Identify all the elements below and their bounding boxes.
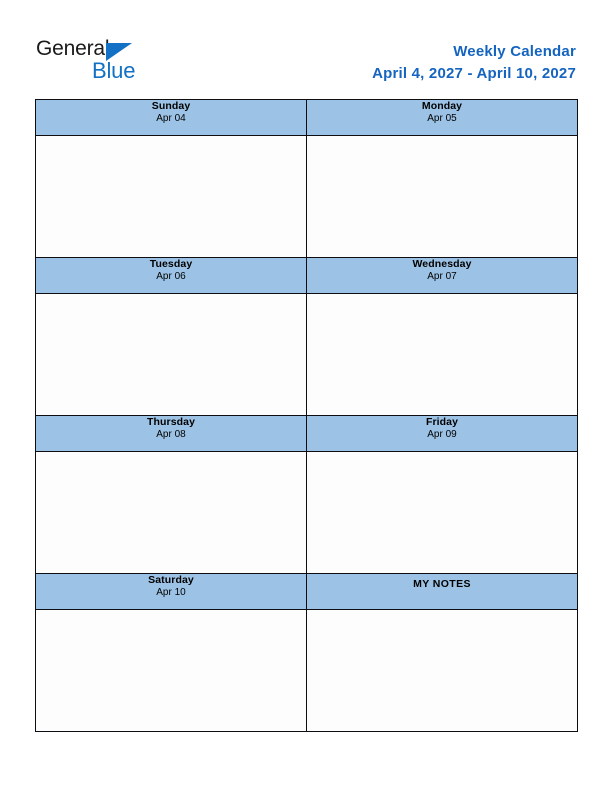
day-header-monday[interactable]: Monday Apr 05 xyxy=(306,99,578,136)
table-row-body-3 xyxy=(35,451,578,574)
day-header-thursday[interactable]: Thursday Apr 08 xyxy=(35,415,307,452)
date-range: April 4, 2027 - April 10, 2027 xyxy=(372,65,576,83)
title-block: Weekly Calendar April 4, 2027 - April 10… xyxy=(372,42,576,85)
logo-word-blue: Blue xyxy=(92,58,136,83)
table-row-header-1: Sunday Apr 04 Monday Apr 05 xyxy=(35,99,578,136)
logo-word-general: General xyxy=(36,37,110,60)
day-date-label: Apr 10 xyxy=(156,587,186,599)
day-body-friday[interactable] xyxy=(306,451,578,574)
table-row-body-2 xyxy=(35,293,578,416)
day-body-sunday[interactable] xyxy=(35,135,307,258)
general-blue-logo: General Blue xyxy=(36,38,196,88)
day-date-label: Apr 04 xyxy=(156,113,186,125)
page-title: Weekly Calendar xyxy=(453,43,576,60)
day-header-wednesday[interactable]: Wednesday Apr 07 xyxy=(306,257,578,294)
day-body-monday[interactable] xyxy=(306,135,578,258)
day-body-tuesday[interactable] xyxy=(35,293,307,416)
day-body-wednesday[interactable] xyxy=(306,293,578,416)
day-date-label: Apr 05 xyxy=(427,113,457,125)
day-name-label: Monday xyxy=(421,100,463,112)
notes-header[interactable]: MY NOTES xyxy=(306,573,578,610)
weekly-calendar-table: Sunday Apr 04 Monday Apr 05 Tuesday Apr … xyxy=(35,99,578,732)
table-row-body-1 xyxy=(35,135,578,258)
day-name-label: Thursday xyxy=(146,416,196,428)
day-header-friday[interactable]: Friday Apr 09 xyxy=(306,415,578,452)
notes-body[interactable] xyxy=(306,609,578,732)
table-row-header-3: Thursday Apr 08 Friday Apr 09 xyxy=(35,415,578,452)
day-date-label: Apr 06 xyxy=(156,271,186,283)
notes-label: MY NOTES xyxy=(413,578,471,590)
calendar-page: General Blue Weekly Calendar April 4, 20… xyxy=(0,0,612,792)
day-name-label: Friday xyxy=(425,416,459,428)
day-date-label: Apr 08 xyxy=(156,429,186,441)
day-name-label: Sunday xyxy=(151,100,191,112)
day-header-saturday[interactable]: Saturday Apr 10 xyxy=(35,573,307,610)
table-row-header-2: Tuesday Apr 06 Wednesday Apr 07 xyxy=(35,257,578,294)
day-header-sunday[interactable]: Sunday Apr 04 xyxy=(35,99,307,136)
day-name-label: Tuesday xyxy=(149,258,193,270)
day-name-label: Saturday xyxy=(148,574,194,586)
table-row-header-4: Saturday Apr 10 MY NOTES xyxy=(35,573,578,610)
page-header: General Blue Weekly Calendar April 4, 20… xyxy=(0,0,612,96)
day-name-label: Wednesday xyxy=(412,258,472,270)
day-date-label: Apr 07 xyxy=(427,271,457,283)
day-body-saturday[interactable] xyxy=(35,609,307,732)
day-header-tuesday[interactable]: Tuesday Apr 06 xyxy=(35,257,307,294)
day-date-label: Apr 09 xyxy=(427,429,457,441)
day-body-thursday[interactable] xyxy=(35,451,307,574)
table-row-body-4 xyxy=(35,609,578,732)
